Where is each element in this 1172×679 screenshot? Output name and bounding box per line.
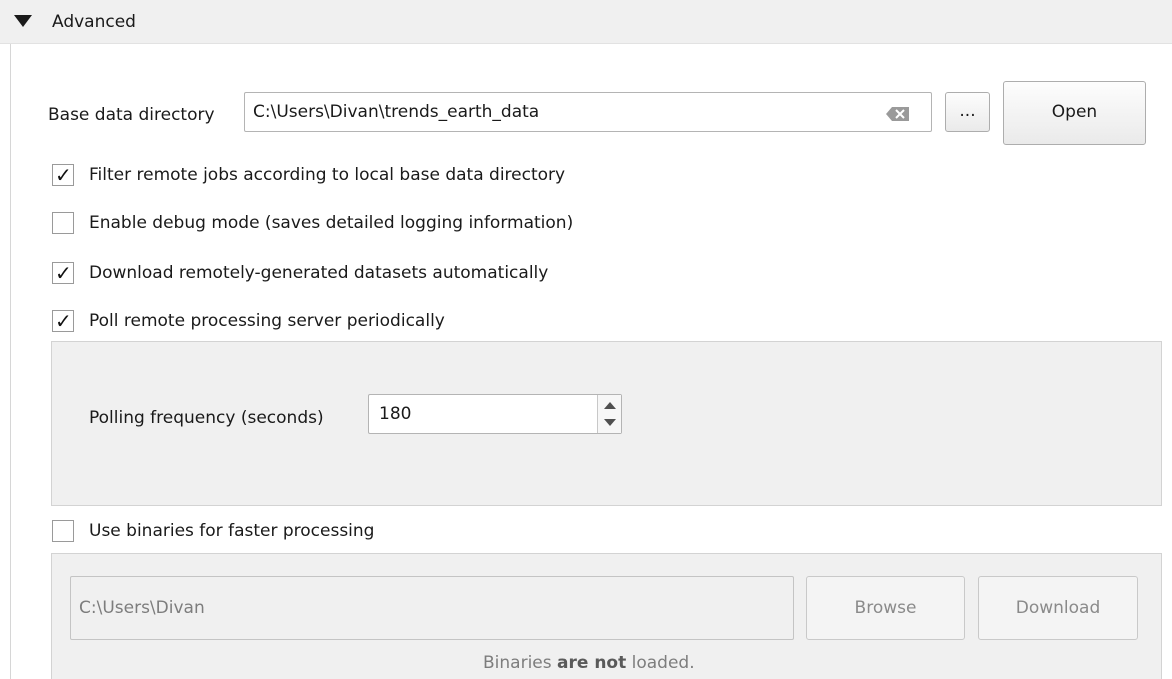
use-binaries-checkbox[interactable] bbox=[52, 520, 74, 542]
triangle-down-icon[interactable] bbox=[14, 15, 32, 27]
advanced-settings-panel: Advanced Base data directory C:\Users\Di… bbox=[0, 0, 1172, 679]
clear-text-icon[interactable] bbox=[885, 106, 911, 122]
browse-base-directory-button[interactable]: ... bbox=[945, 92, 990, 132]
debug-mode-label: Enable debug mode (saves detailed loggin… bbox=[89, 213, 574, 233]
polling-frequency-label: Polling frequency (seconds) bbox=[89, 408, 324, 428]
spin-arrows-icon[interactable] bbox=[597, 395, 621, 433]
binaries-status-suffix: loaded. bbox=[631, 653, 695, 673]
checkmark-icon: ✓ bbox=[55, 309, 72, 333]
checkmark-icon: ✓ bbox=[55, 261, 72, 285]
binaries-status-emphasis: are not bbox=[557, 653, 627, 673]
binaries-path-value: C:\Users\Divan bbox=[79, 598, 205, 618]
base-data-directory-input[interactable]: C:\Users\Divan\trends_earth_data bbox=[244, 92, 932, 132]
auto-download-label: Download remotely-generated datasets aut… bbox=[89, 263, 549, 283]
debug-mode-checkbox[interactable] bbox=[52, 212, 74, 234]
binaries-status-prefix: Binaries bbox=[483, 653, 552, 673]
poll-server-label: Poll remote processing server periodical… bbox=[89, 311, 445, 331]
polling-frequency-spinbox[interactable]: 180 bbox=[368, 394, 622, 434]
polling-frequency-value: 180 bbox=[379, 404, 412, 424]
open-base-directory-button[interactable]: Open bbox=[1003, 81, 1146, 145]
use-binaries-label: Use binaries for faster processing bbox=[89, 521, 375, 541]
base-data-directory-value: C:\Users\Divan\trends_earth_data bbox=[253, 102, 540, 122]
binaries-path-input[interactable]: C:\Users\Divan bbox=[70, 576, 794, 640]
poll-server-checkbox[interactable]: ✓ bbox=[52, 309, 74, 333]
advanced-section-header[interactable]: Advanced bbox=[0, 0, 1172, 44]
spin-down-icon[interactable] bbox=[604, 419, 616, 426]
browse-binaries-button[interactable]: Browse bbox=[806, 576, 965, 640]
checkmark-icon: ✓ bbox=[55, 163, 72, 187]
filter-remote-jobs-label: Filter remote jobs according to local ba… bbox=[89, 165, 566, 185]
base-data-directory-label: Base data directory bbox=[48, 105, 215, 125]
spin-up-icon[interactable] bbox=[604, 402, 616, 409]
binaries-status-text: Binaries are not loaded. bbox=[483, 651, 695, 675]
download-binaries-button[interactable]: Download bbox=[978, 576, 1138, 640]
filter-remote-jobs-checkbox[interactable]: ✓ bbox=[52, 163, 74, 187]
section-title: Advanced bbox=[52, 12, 136, 32]
auto-download-checkbox[interactable]: ✓ bbox=[52, 261, 74, 285]
